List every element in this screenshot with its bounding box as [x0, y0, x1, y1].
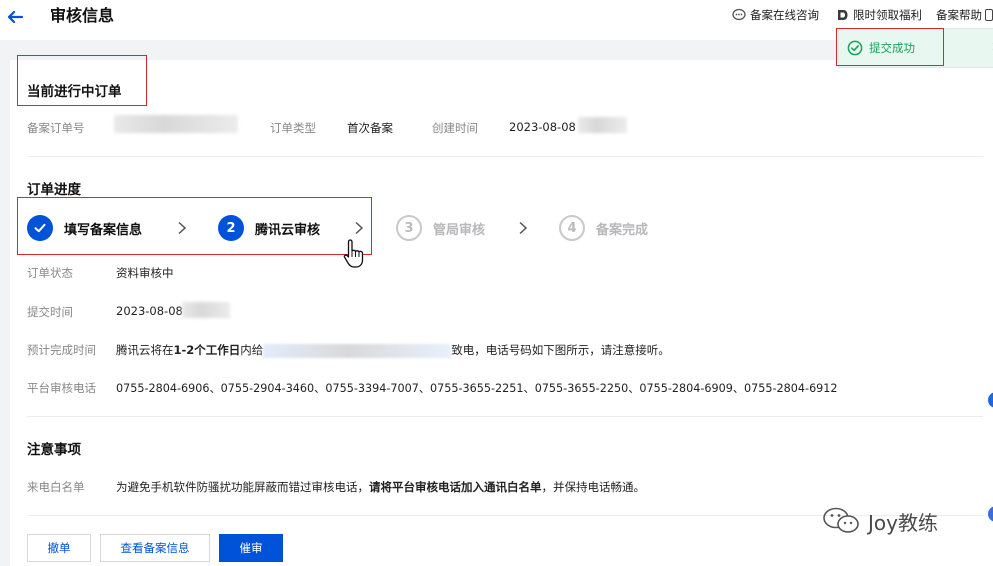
step-4-label: 备案完成: [596, 222, 649, 238]
whitelist-prefix: 为避免手机软件防骚扰功能屏蔽而错过审核电话，: [116, 480, 369, 494]
phone-value: 0755-2804-6906、0755-2904-3460、0755-3394-…: [116, 382, 838, 395]
eta-label: 预计完成时间: [27, 343, 96, 357]
order-card: 当前进行中订单 备案订单号 订单类型 首次备案 创建时间 2023-08-08 …: [10, 55, 993, 566]
redacted-submit-time: [182, 302, 230, 318]
help-link[interactable]: 备案帮助: [936, 7, 993, 23]
step-2-number: 2: [218, 215, 244, 241]
eta-suffix: 致电，电话号码如下图所示，请注意接听。: [451, 343, 670, 357]
top-links: 备案在线咨询 限时领取福利 备案帮助: [716, 6, 993, 24]
watermark-text: Joy教练: [868, 510, 938, 535]
redacted-phone: [263, 343, 452, 358]
current-order-title: 当前进行中订单: [27, 84, 122, 100]
annotation-box-toast: [836, 28, 944, 66]
redacted-created-time: [578, 117, 627, 133]
status-value: 资料审核中: [116, 266, 174, 280]
whitelist-suffix: ，并保持电话畅通。: [541, 480, 646, 494]
arrow-left-icon: [7, 10, 24, 24]
step-4: 4 备案完成: [559, 215, 648, 241]
step-2-label: 腾讯云审核: [255, 222, 321, 238]
submit-value: 2023-08-08: [116, 304, 183, 318]
created-value: 2023-08-08: [509, 120, 576, 134]
chevron-right-icon: [178, 221, 187, 235]
whitelist-value: 为避免手机软件防骚扰功能屏蔽而错过审核电话，请将平台审核电话加入通讯白名单，并保…: [116, 479, 645, 495]
eta-mid: 内给: [240, 343, 264, 357]
consult-link-label: 备案在线咨询: [750, 8, 819, 22]
progress-title: 订单进度: [27, 182, 81, 198]
created-label: 创建时间: [432, 121, 478, 135]
order-type-label: 订单类型: [270, 121, 316, 135]
eta-value: 腾讯云将在1-2个工作日内给 致电，电话号码如下图所示，请注意接听。: [116, 342, 670, 358]
step-3-number: 3: [396, 215, 422, 241]
help-link-label: 备案帮助: [936, 8, 982, 22]
benefit-link-label: 限时领取福利: [853, 8, 922, 22]
whitelist-bold: 请将平台审核电话加入通讯白名单: [369, 480, 542, 494]
external-window-icon: [985, 9, 993, 21]
check-icon: [27, 215, 53, 241]
step-2: 2 腾讯云审核: [218, 215, 320, 241]
view-filing-button[interactable]: 查看备案信息: [100, 534, 210, 562]
phone-label: 平台审核电话: [27, 381, 96, 395]
watermark: Joy教练: [822, 506, 938, 536]
step-1-label: 填写备案信息: [64, 222, 143, 238]
page-title: 审核信息: [50, 6, 115, 25]
submit-label: 提交时间: [27, 305, 73, 319]
chevron-right-icon: [355, 221, 364, 235]
chat-bubble-icon: [732, 8, 746, 21]
consult-link[interactable]: 备案在线咨询: [732, 7, 819, 23]
step-3: 3 管局审核: [396, 215, 485, 241]
wechat-logo-icon: [823, 507, 859, 533]
divider: [27, 416, 983, 417]
urge-review-button[interactable]: 催审: [219, 534, 283, 562]
chevron-right-icon: [519, 221, 528, 235]
order-no-label: 备案订单号: [27, 121, 85, 135]
notes-title: 注意事项: [27, 442, 81, 458]
benefit-link[interactable]: 限时领取福利: [835, 7, 922, 23]
eta-prefix: 腾讯云将在: [116, 343, 174, 357]
divider: [27, 156, 983, 157]
coupon-d-icon: [838, 10, 848, 20]
cancel-order-button[interactable]: 撤单: [27, 534, 91, 562]
whitelist-label: 来电白名单: [27, 480, 85, 494]
eta-bold: 1-2个工作日: [173, 343, 241, 357]
hand-cursor-icon: [343, 239, 364, 268]
back-button[interactable]: [6, 8, 26, 28]
order-type-value: 首次备案: [347, 121, 393, 135]
status-label: 订单状态: [27, 266, 73, 280]
step-1: 填写备案信息: [27, 215, 142, 241]
redacted-order-no: [114, 115, 238, 133]
step-4-number: 4: [559, 215, 585, 241]
step-3-label: 管局审核: [433, 222, 486, 238]
